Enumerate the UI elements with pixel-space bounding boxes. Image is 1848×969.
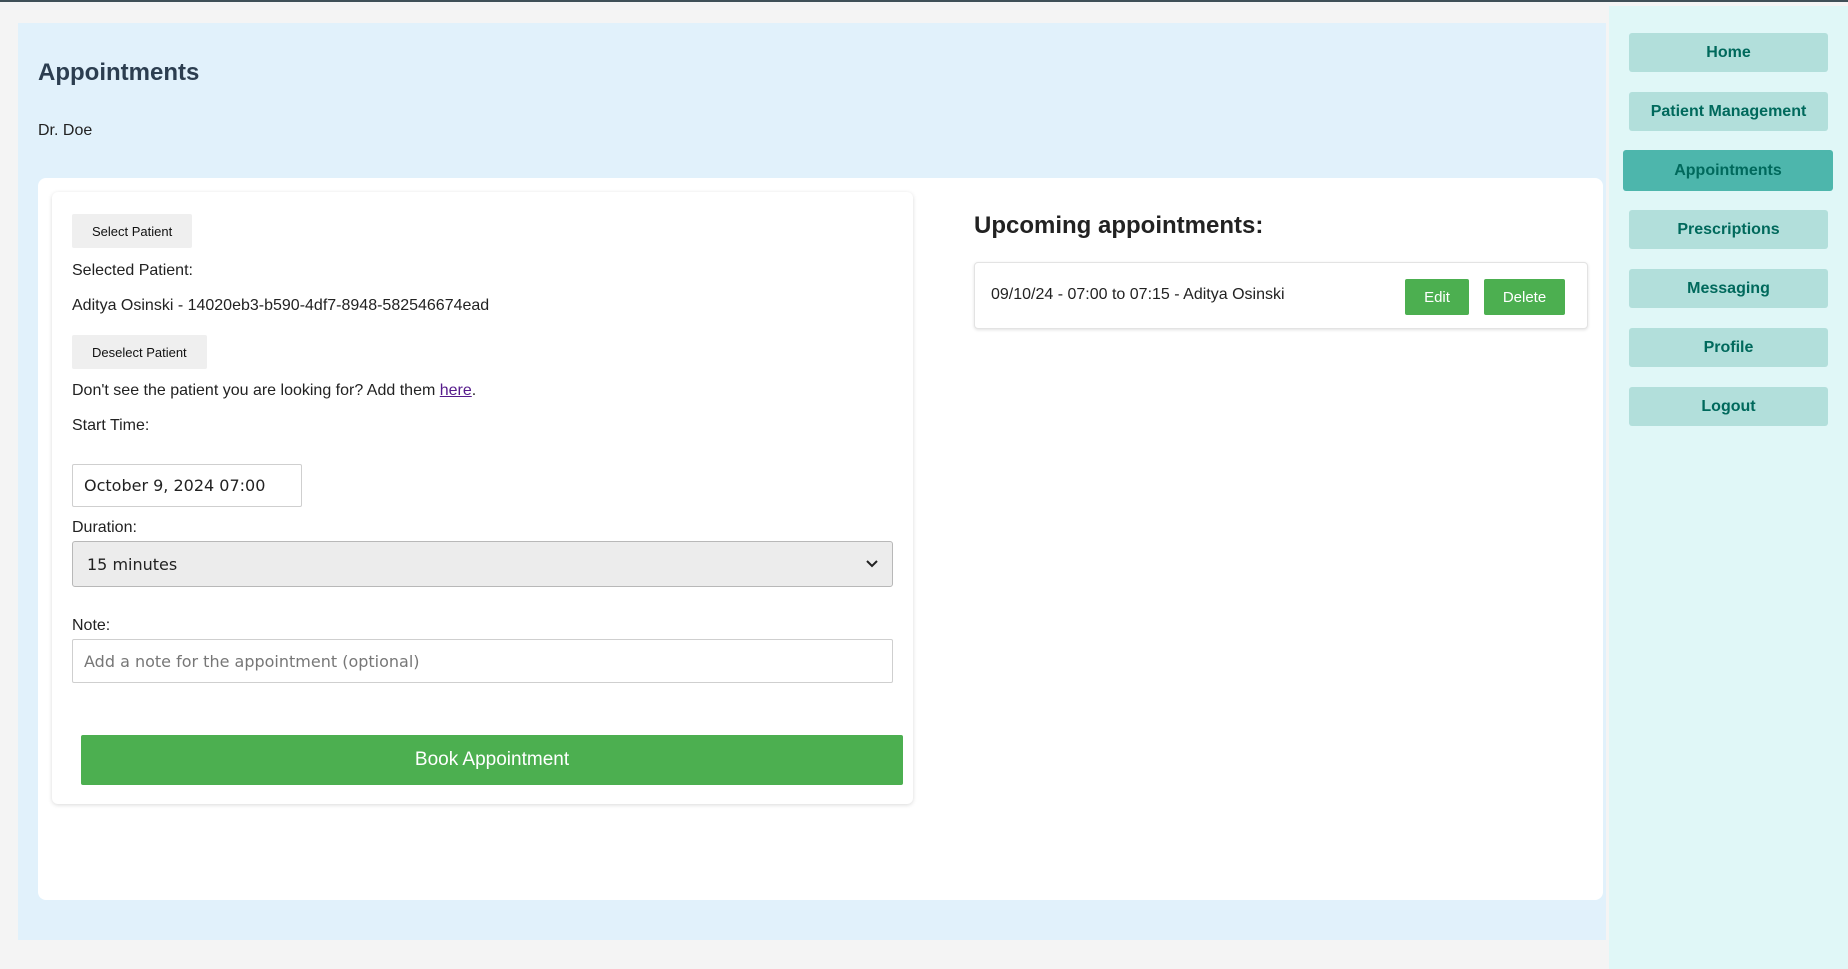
sidebar-item-appointments[interactable]: Appointments — [1623, 150, 1833, 191]
sidebar-item-logout[interactable]: Logout — [1629, 387, 1828, 426]
sidebar-item-home[interactable]: Home — [1629, 33, 1828, 72]
selected-patient-label: Selected Patient: — [72, 262, 193, 279]
select-patient-button[interactable]: Select Patient — [72, 214, 193, 248]
sidebar-item-patient-management[interactable]: Patient Management — [1629, 92, 1828, 131]
start-time-label: Start Time: — [72, 417, 150, 434]
sidebar-item-profile[interactable]: Profile — [1629, 328, 1828, 367]
delete-appointment-button[interactable]: Delete — [1484, 279, 1565, 315]
help-text-prefix: Don't see the patient you are looking fo… — [72, 382, 440, 399]
appointment-text: 09/10/24 - 07:00 to 07:15 - Aditya Osins… — [991, 286, 1285, 303]
help-text-suffix: . — [471, 382, 477, 399]
page-title: Appointments — [38, 59, 200, 86]
main-content: Appointments Dr. Doe Select Patient Sele… — [18, 23, 1606, 940]
appointments-card: Select Patient Selected Patient: Aditya … — [38, 178, 1603, 900]
chevron-down-icon — [866, 557, 878, 572]
deselect-patient-button[interactable]: Deselect Patient — [72, 335, 207, 369]
sidebar-item-messaging[interactable]: Messaging — [1629, 269, 1828, 308]
add-patient-link[interactable]: here — [440, 382, 472, 399]
sidebar-nav: Home Patient Management Appointments Pre… — [1609, 6, 1848, 969]
add-patient-help: Don't see the patient you are looking fo… — [72, 382, 476, 400]
selected-patient-value: Aditya Osinski - 14020eb3-b590-4df7-8948… — [72, 297, 490, 314]
note-label: Note: — [72, 617, 111, 634]
duration-selected-value: 15 minutes — [87, 554, 178, 574]
appointment-item: 09/10/24 - 07:00 to 07:15 - Aditya Osins… — [974, 262, 1588, 329]
sidebar-item-prescriptions[interactable]: Prescriptions — [1629, 210, 1828, 249]
duration-select[interactable]: 15 minutes — [72, 541, 893, 587]
edit-appointment-button[interactable]: Edit — [1405, 279, 1469, 315]
duration-label: Duration: — [72, 519, 137, 536]
doctor-name: Dr. Doe — [38, 122, 93, 139]
upcoming-appointments-title: Upcoming appointments: — [974, 212, 1264, 239]
start-time-input[interactable] — [72, 464, 302, 507]
booking-form: Select Patient Selected Patient: Aditya … — [52, 192, 913, 804]
note-input[interactable] — [72, 639, 893, 683]
top-border — [0, 0, 1848, 2]
book-appointment-button[interactable]: Book Appointment — [81, 735, 903, 785]
